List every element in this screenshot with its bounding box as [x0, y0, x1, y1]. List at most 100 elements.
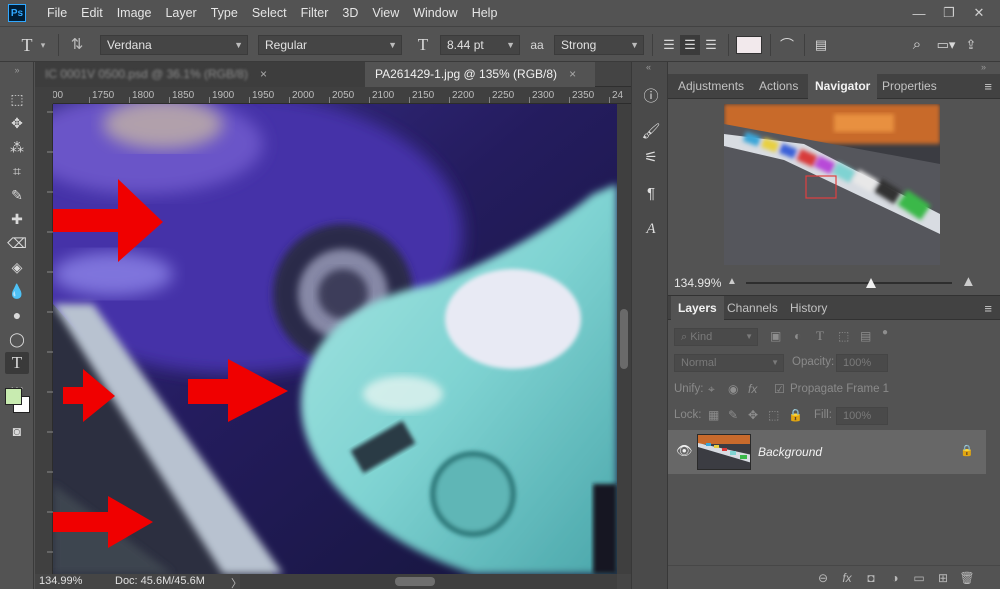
tab-document-1[interactable]: IC 0001V 0500.psd @ 36.1% (RGB/8) × — [35, 62, 365, 87]
tab-properties[interactable]: Properties — [875, 74, 944, 99]
horizontal-scroll-thumb[interactable] — [395, 577, 435, 586]
zoom-level[interactable]: 134.99% — [39, 575, 82, 587]
brush-settings-icon[interactable]: 🖌 — [640, 120, 662, 142]
filter-type-icon[interactable]: T — [816, 328, 824, 344]
type-tool-preset-icon[interactable]: T — [14, 35, 40, 55]
collapse-icon[interactable]: « — [646, 62, 651, 72]
info-icon[interactable]: ⓘ — [640, 84, 662, 106]
align-center-icon[interactable]: ☰ — [680, 35, 700, 55]
menu-filter[interactable]: Filter — [294, 0, 336, 26]
blur-tool-icon[interactable]: 💧 — [5, 280, 29, 302]
chevron-down-icon[interactable]: ▾ — [38, 35, 48, 55]
menu-window[interactable]: Window — [406, 0, 464, 26]
horizontal-scrollbar[interactable] — [240, 574, 617, 589]
opacity-field[interactable]: 100% — [836, 354, 888, 372]
blend-mode-select[interactable]: Normal ▼ — [674, 354, 784, 372]
menu-layer[interactable]: Layer — [158, 0, 203, 26]
layer-row[interactable]: 👁 Background 🔒 — [668, 430, 986, 474]
brush-presets-icon[interactable]: ⚟ — [640, 146, 662, 168]
crop-tool-icon[interactable]: ⌗ — [5, 160, 29, 182]
zoom-out-icon[interactable]: ▲ — [727, 276, 737, 287]
filter-smart-object-icon[interactable]: ▤ — [860, 329, 871, 343]
layer-mask-icon[interactable]: ◘ — [862, 571, 880, 585]
eraser-tool-icon[interactable]: ⌫ — [5, 232, 29, 254]
zoom-in-icon[interactable]: ▲ — [961, 273, 976, 290]
quick-mask-icon[interactable]: ◙ — [5, 420, 29, 442]
font-family-select[interactable]: Verdana ▼ — [100, 35, 248, 55]
warp-text-icon[interactable]: ⌒ — [776, 35, 798, 55]
adjustment-layer-icon[interactable]: ◑ — [886, 571, 904, 585]
menu-select[interactable]: Select — [245, 0, 294, 26]
marquee-tool-icon[interactable]: ⬚ — [5, 88, 29, 110]
document-canvas[interactable] — [53, 104, 617, 574]
vertical-ruler[interactable] — [35, 104, 53, 574]
tab-history[interactable]: History — [783, 296, 834, 321]
vertical-scrollbar[interactable] — [617, 104, 631, 574]
menu-file[interactable]: File — [40, 0, 74, 26]
menu-type[interactable]: Type — [204, 0, 245, 26]
panel-menu-icon[interactable]: ≡ — [984, 74, 992, 99]
menu-edit[interactable]: Edit — [74, 0, 110, 26]
menu-image[interactable]: Image — [110, 0, 159, 26]
layer-style-icon[interactable]: fx — [838, 571, 856, 585]
share-icon[interactable]: ⇪ — [962, 35, 980, 55]
filter-pixel-icon[interactable]: ▣ — [770, 329, 781, 343]
collapse-icon[interactable]: » — [981, 62, 986, 72]
close-icon[interactable]: × — [569, 67, 576, 81]
toggle-text-orientation-icon[interactable]: ⇅ — [66, 35, 88, 55]
collapse-toolbar-icon[interactable]: » — [5, 64, 29, 76]
ruler-origin[interactable] — [35, 87, 53, 104]
menu-3d[interactable]: 3D — [335, 0, 365, 26]
lock-position-icon[interactable]: ✥ — [748, 408, 758, 422]
menu-help[interactable]: Help — [465, 0, 505, 26]
dodge-tool-icon[interactable]: ● — [5, 304, 29, 326]
delete-layer-icon[interactable]: 🗑 — [958, 571, 976, 585]
workspace-icon[interactable]: ▭▾ — [934, 35, 958, 55]
filter-adjustment-icon[interactable]: ◐ — [794, 329, 801, 343]
vertical-scroll-thumb[interactable] — [620, 309, 628, 369]
new-group-icon[interactable]: ▭ — [910, 571, 928, 585]
horizontal-ruler[interactable]: 00 1750 1800 1850 1900 1950 2000 2050 2100 2150 22… — [53, 87, 631, 104]
navigator-thumbnail[interactable] — [724, 104, 940, 265]
brush-tool-icon[interactable]: ✎ — [5, 184, 29, 206]
healing-tool-icon[interactable]: ✚ — [5, 208, 29, 230]
tab-channels[interactable]: Channels — [720, 296, 785, 321]
align-right-icon[interactable]: ☰ — [702, 35, 720, 55]
lock-all-icon[interactable]: 🔒 — [788, 408, 803, 422]
character-panel-icon[interactable]: ▤ — [810, 35, 832, 55]
font-style-select[interactable]: Regular ▼ — [258, 35, 402, 55]
foreground-color-swatch[interactable] — [5, 388, 22, 405]
type-tool-icon[interactable]: T — [5, 352, 29, 374]
move-tool-icon[interactable]: ✥ — [5, 112, 29, 134]
restore-button[interactable]: ❐ — [934, 0, 964, 26]
menu-view[interactable]: View — [365, 0, 406, 26]
antialias-select[interactable]: Strong ▼ — [554, 35, 644, 55]
tab-actions[interactable]: Actions — [752, 74, 805, 99]
close-icon[interactable]: × — [260, 67, 267, 81]
search-icon[interactable]: ⌕ — [906, 35, 928, 55]
zoom-slider-track[interactable] — [746, 282, 952, 284]
unify-style-icon[interactable]: fx — [748, 382, 757, 396]
character-icon[interactable]: A — [640, 218, 662, 240]
propagate-checkbox[interactable]: ☑ — [774, 382, 785, 396]
unify-visibility-icon[interactable]: ◉ — [728, 382, 738, 396]
align-left-icon[interactable]: ☰ — [660, 35, 678, 55]
magic-wand-tool-icon[interactable]: ⁂ — [5, 136, 29, 158]
fill-field[interactable]: 100% — [836, 407, 888, 425]
lock-transparent-icon[interactable]: ▦ — [708, 408, 719, 422]
text-color-swatch[interactable] — [736, 36, 762, 54]
zoom-slider-thumb[interactable] — [866, 277, 877, 288]
paint-bucket-tool-icon[interactable]: ◈ — [5, 256, 29, 278]
navigator-zoom-value[interactable]: 134.99% — [674, 276, 721, 290]
filter-shape-icon[interactable]: ⬚ — [838, 329, 849, 343]
new-layer-icon[interactable]: ⊞ — [934, 571, 952, 585]
close-button[interactable]: ✕ — [964, 0, 994, 26]
filter-toggle-icon[interactable]: ● — [882, 327, 888, 338]
unify-position-icon[interactable]: ⌖ — [708, 382, 715, 397]
tab-layers[interactable]: Layers — [671, 296, 724, 321]
tab-document-2[interactable]: PA261429-1.jpg @ 135% (RGB/8) × — [365, 62, 595, 87]
minimize-button[interactable]: — — [904, 0, 934, 26]
layer-name[interactable]: Background — [758, 445, 822, 459]
font-size-select[interactable]: 8.44 pt ▼ — [440, 35, 520, 55]
lock-image-icon[interactable]: ✎ — [728, 408, 738, 422]
